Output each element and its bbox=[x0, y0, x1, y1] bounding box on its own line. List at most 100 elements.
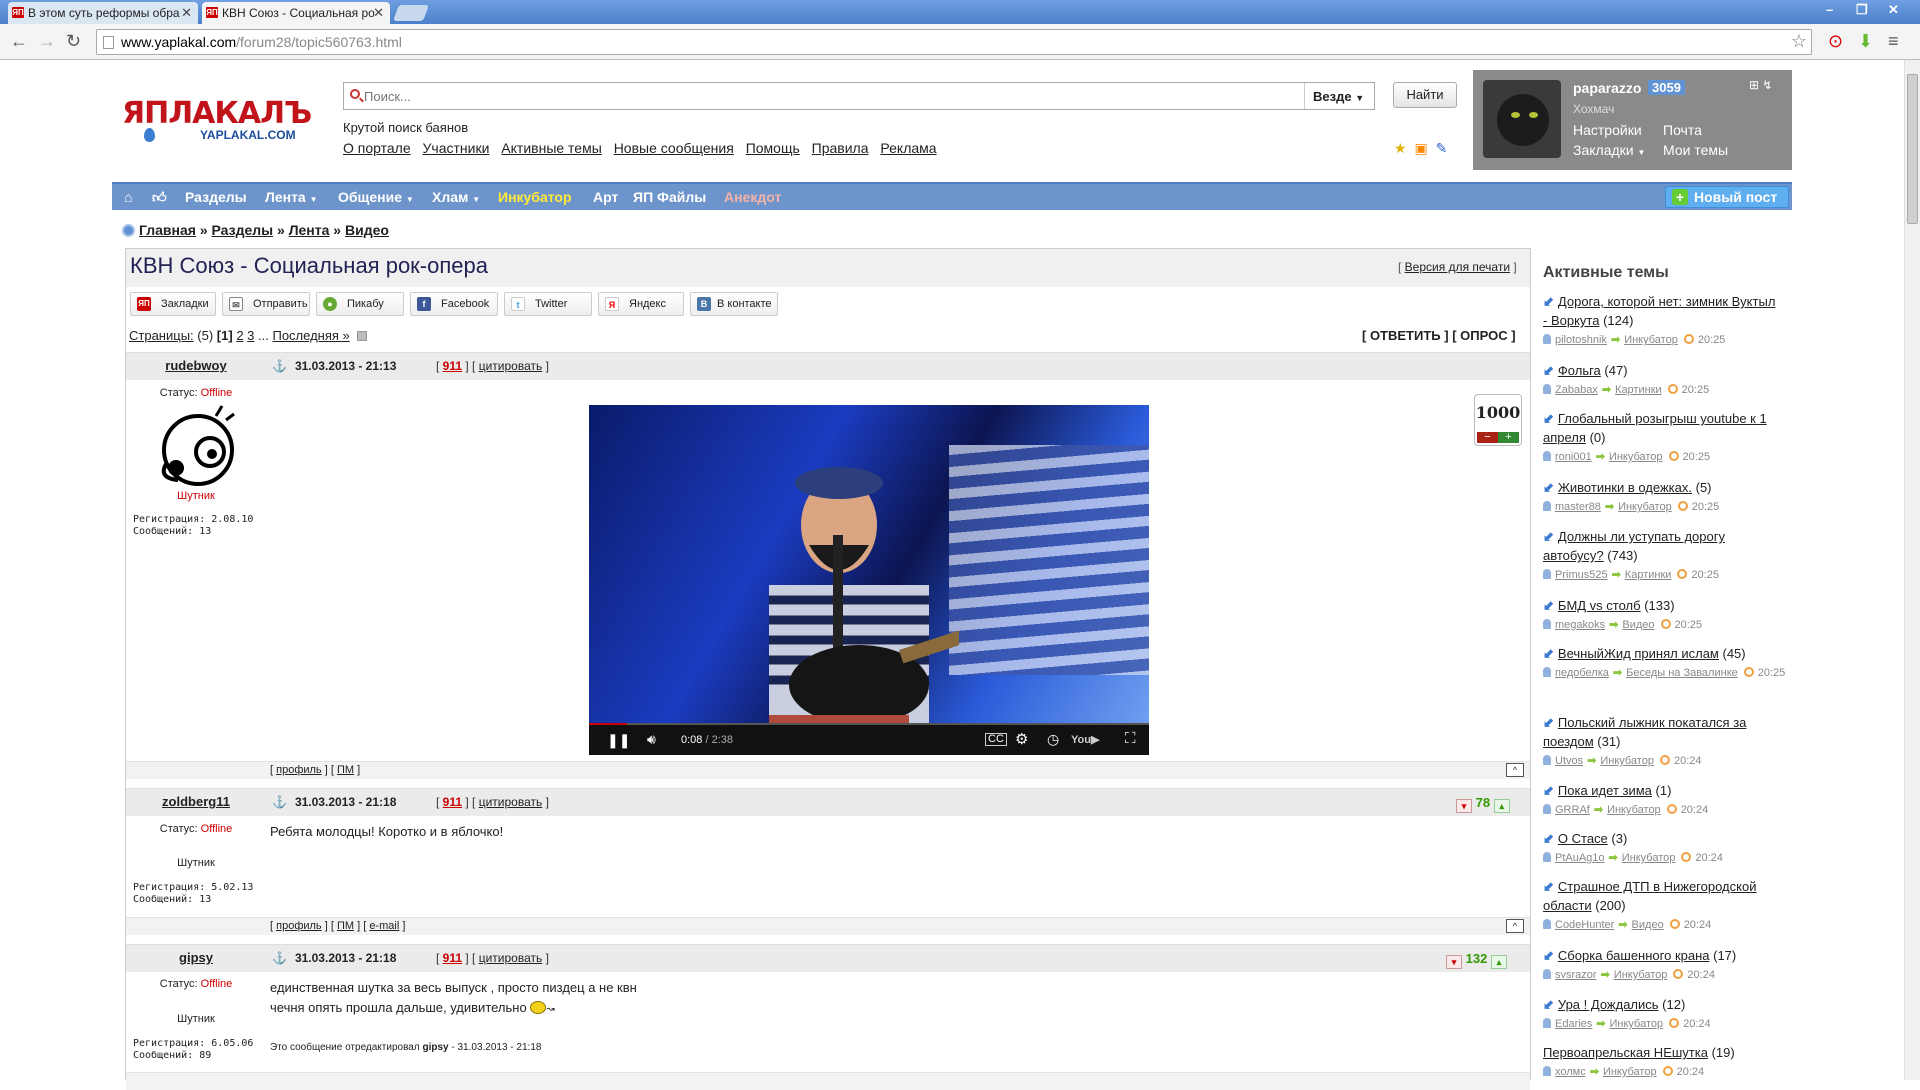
email-link[interactable]: e-mail bbox=[369, 920, 399, 932]
youtube-logo-icon[interactable]: You▶ bbox=[1071, 733, 1099, 746]
avatar[interactable] bbox=[1483, 80, 1561, 158]
active-topic-item[interactable]: Первоапрельская НЕшутка (19) bbox=[1543, 1043, 1783, 1062]
nav-art[interactable]: Арт bbox=[593, 189, 618, 205]
anchor-icon[interactable]: ⚓ bbox=[272, 951, 287, 965]
post-author[interactable]: zoldberg11 bbox=[126, 794, 266, 809]
pen-icon[interactable]: ✎ bbox=[1436, 140, 1448, 156]
page-link-2[interactable]: 2 bbox=[236, 328, 243, 343]
nav-sections[interactable]: Разделы bbox=[185, 189, 247, 205]
post-number[interactable]: 911 bbox=[443, 359, 462, 373]
share-yandex[interactable]: Я Яндекс bbox=[598, 292, 684, 316]
active-topic-author[interactable]: Utvos bbox=[1555, 755, 1583, 767]
nav-junk[interactable]: Хлам ▼ bbox=[432, 189, 480, 205]
menu-my-topics[interactable]: Мои темы bbox=[1663, 142, 1728, 158]
active-topic-item[interactable]: ⬋ Животинки в одежках. (5) bbox=[1543, 478, 1783, 497]
active-topic-item[interactable]: ⬋ Фольга (47) bbox=[1543, 361, 1783, 380]
active-topic-author[interactable]: PtAuAg1o bbox=[1555, 852, 1605, 864]
active-topic-item[interactable]: ⬋ Польский лыжник покатался за поездом (3… bbox=[1543, 713, 1783, 751]
page-link-3[interactable]: 3 bbox=[247, 328, 254, 343]
menu-bookmarks[interactable]: Закладки ▼ bbox=[1573, 142, 1645, 158]
profile-link[interactable]: профиль bbox=[276, 920, 322, 932]
restore-icon[interactable]: ❐ bbox=[1856, 2, 1868, 18]
active-topic-item[interactable]: ⬋ Сборка башенного крана (17) bbox=[1543, 946, 1783, 965]
active-topic-title[interactable]: Страшное ДТП в Нижегородской области bbox=[1543, 879, 1756, 913]
rate-up-button[interactable]: ▴ bbox=[1493, 799, 1510, 813]
video-player[interactable]: ❚❚ 🔊︎ 0:08 / 2:38 CC ⚙ ◷ You▶ ⛶ bbox=[589, 405, 1149, 755]
active-topic-author[interactable]: master88 bbox=[1555, 501, 1601, 513]
nav-files[interactable]: ЯП Файлы bbox=[633, 189, 706, 205]
browser-tab-2[interactable]: ЯП КВН Союз - Социальная ро ✕ bbox=[202, 2, 390, 24]
link-members[interactable]: Участники bbox=[423, 140, 490, 156]
favorites-star-icon[interactable]: ★ bbox=[1394, 140, 1407, 156]
home-icon[interactable]: ⌂ bbox=[124, 189, 132, 205]
active-topic-item[interactable]: ⬋ ВечныйЖид принял ислам (45) bbox=[1543, 644, 1783, 663]
active-topic-title[interactable]: Первоапрельская НЕшутка bbox=[1543, 1045, 1708, 1060]
breadcrumb-sections[interactable]: Разделы bbox=[212, 222, 274, 238]
new-post-button[interactable]: + Новый пост bbox=[1665, 186, 1789, 208]
forward-icon[interactable]: → bbox=[38, 31, 56, 51]
profile-link[interactable]: профиль bbox=[276, 764, 322, 776]
breadcrumb-feed[interactable]: Лента bbox=[289, 222, 330, 238]
active-topic-title[interactable]: Сборка башенного крана bbox=[1558, 948, 1710, 963]
active-topic-section[interactable]: Инкубатор bbox=[1618, 501, 1672, 513]
active-topic-section[interactable]: Инкубатор bbox=[1609, 451, 1663, 463]
post-author[interactable]: rudebwoy bbox=[126, 358, 266, 373]
active-topic-item[interactable]: ⬋ Страшное ДТП в Нижегородской области (2… bbox=[1543, 877, 1783, 915]
download-extension-icon[interactable]: ⬇ bbox=[1858, 30, 1873, 52]
active-topic-title[interactable]: ВечныйЖид принял ислам bbox=[1558, 646, 1719, 661]
active-topic-author[interactable]: svsrazor bbox=[1555, 969, 1597, 981]
active-topic-title[interactable]: Животинки в одежках. bbox=[1558, 480, 1692, 495]
volume-icon[interactable]: 🔊︎ bbox=[647, 731, 656, 748]
breadcrumb-video[interactable]: Видео bbox=[345, 222, 389, 238]
link-new-messages[interactable]: Новые сообщения bbox=[614, 140, 734, 156]
opera-extension-icon[interactable]: ⊙ bbox=[1828, 30, 1843, 52]
active-topic-author[interactable]: roni001 bbox=[1555, 451, 1592, 463]
fullscreen-icon[interactable]: ⛶ bbox=[1125, 730, 1136, 747]
rate-up-button[interactable]: + bbox=[1498, 432, 1519, 443]
captions-icon[interactable]: CC bbox=[985, 733, 1007, 746]
active-topic-section[interactable]: Инкубатор bbox=[1622, 852, 1676, 864]
nav-chat[interactable]: Общение ▼ bbox=[338, 189, 414, 205]
scrollbar-thumb[interactable] bbox=[1907, 74, 1918, 224]
minimize-icon[interactable]: – bbox=[1826, 2, 1833, 17]
share-twitter[interactable]: t Twitter bbox=[504, 292, 592, 316]
page-jump-icon[interactable] bbox=[357, 331, 368, 341]
active-topic-section[interactable]: Инкубатор bbox=[1614, 969, 1668, 981]
active-topic-title[interactable]: БМД vs столб bbox=[1558, 598, 1641, 613]
active-topic-author[interactable]: pilotoshnik bbox=[1555, 334, 1607, 346]
anchor-icon[interactable]: ⚓ bbox=[272, 795, 287, 809]
pause-icon[interactable]: ❚❚ bbox=[607, 732, 630, 749]
active-topic-item[interactable]: ⬋ О Стасе (3) bbox=[1543, 829, 1783, 848]
menu-settings[interactable]: Настройки bbox=[1573, 122, 1642, 138]
search-button[interactable]: Найти bbox=[1393, 82, 1457, 108]
pm-link[interactable]: ПМ bbox=[337, 920, 354, 932]
watch-later-icon[interactable]: ◷ bbox=[1047, 731, 1059, 748]
page-scrollbar[interactable] bbox=[1904, 60, 1920, 1080]
bookmark-star-icon[interactable]: ☆ bbox=[1791, 31, 1807, 52]
print-version-link[interactable]: [ Версия для печати ] bbox=[1398, 260, 1517, 274]
link-rules[interactable]: Правила bbox=[812, 140, 869, 156]
active-topic-author[interactable]: педобелка bbox=[1555, 667, 1609, 679]
active-topic-title[interactable]: Пока идет зима bbox=[1558, 783, 1652, 798]
anchor-icon[interactable]: ⚓ bbox=[272, 359, 287, 373]
active-topic-title[interactable]: О Стасе bbox=[1558, 831, 1608, 846]
user-avatar[interactable] bbox=[156, 404, 238, 486]
page-link-last[interactable]: Последняя » bbox=[272, 328, 349, 343]
active-topic-title[interactable]: Ура ! Дождались bbox=[1558, 997, 1659, 1012]
menu-icon[interactable]: ≡ bbox=[1888, 30, 1899, 52]
new-tab-button[interactable] bbox=[393, 5, 429, 21]
reply-button[interactable]: [ ОТВЕТИТЬ ] bbox=[1362, 328, 1449, 343]
poll-button[interactable]: [ ОПРОС ] bbox=[1452, 328, 1515, 343]
scroll-top-icon[interactable]: ^ bbox=[1506, 919, 1524, 933]
nav-jokes[interactable]: Анекдот bbox=[724, 189, 781, 205]
post-number[interactable]: 911 bbox=[443, 951, 462, 965]
share-facebook[interactable]: f Facebook bbox=[410, 292, 498, 316]
menu-mail[interactable]: Почта bbox=[1663, 122, 1702, 138]
link-active-topics[interactable]: Активные темы bbox=[501, 140, 602, 156]
link-about[interactable]: О портале bbox=[343, 140, 411, 156]
quote-link[interactable]: цитировать bbox=[479, 951, 543, 965]
breadcrumb-home[interactable]: Главная bbox=[139, 222, 196, 238]
share-bookmarks[interactable]: ЯП Закладки bbox=[130, 292, 216, 316]
active-topic-author[interactable]: GRRAf bbox=[1555, 804, 1590, 816]
share-vkontakte[interactable]: В В контакте bbox=[690, 292, 778, 316]
